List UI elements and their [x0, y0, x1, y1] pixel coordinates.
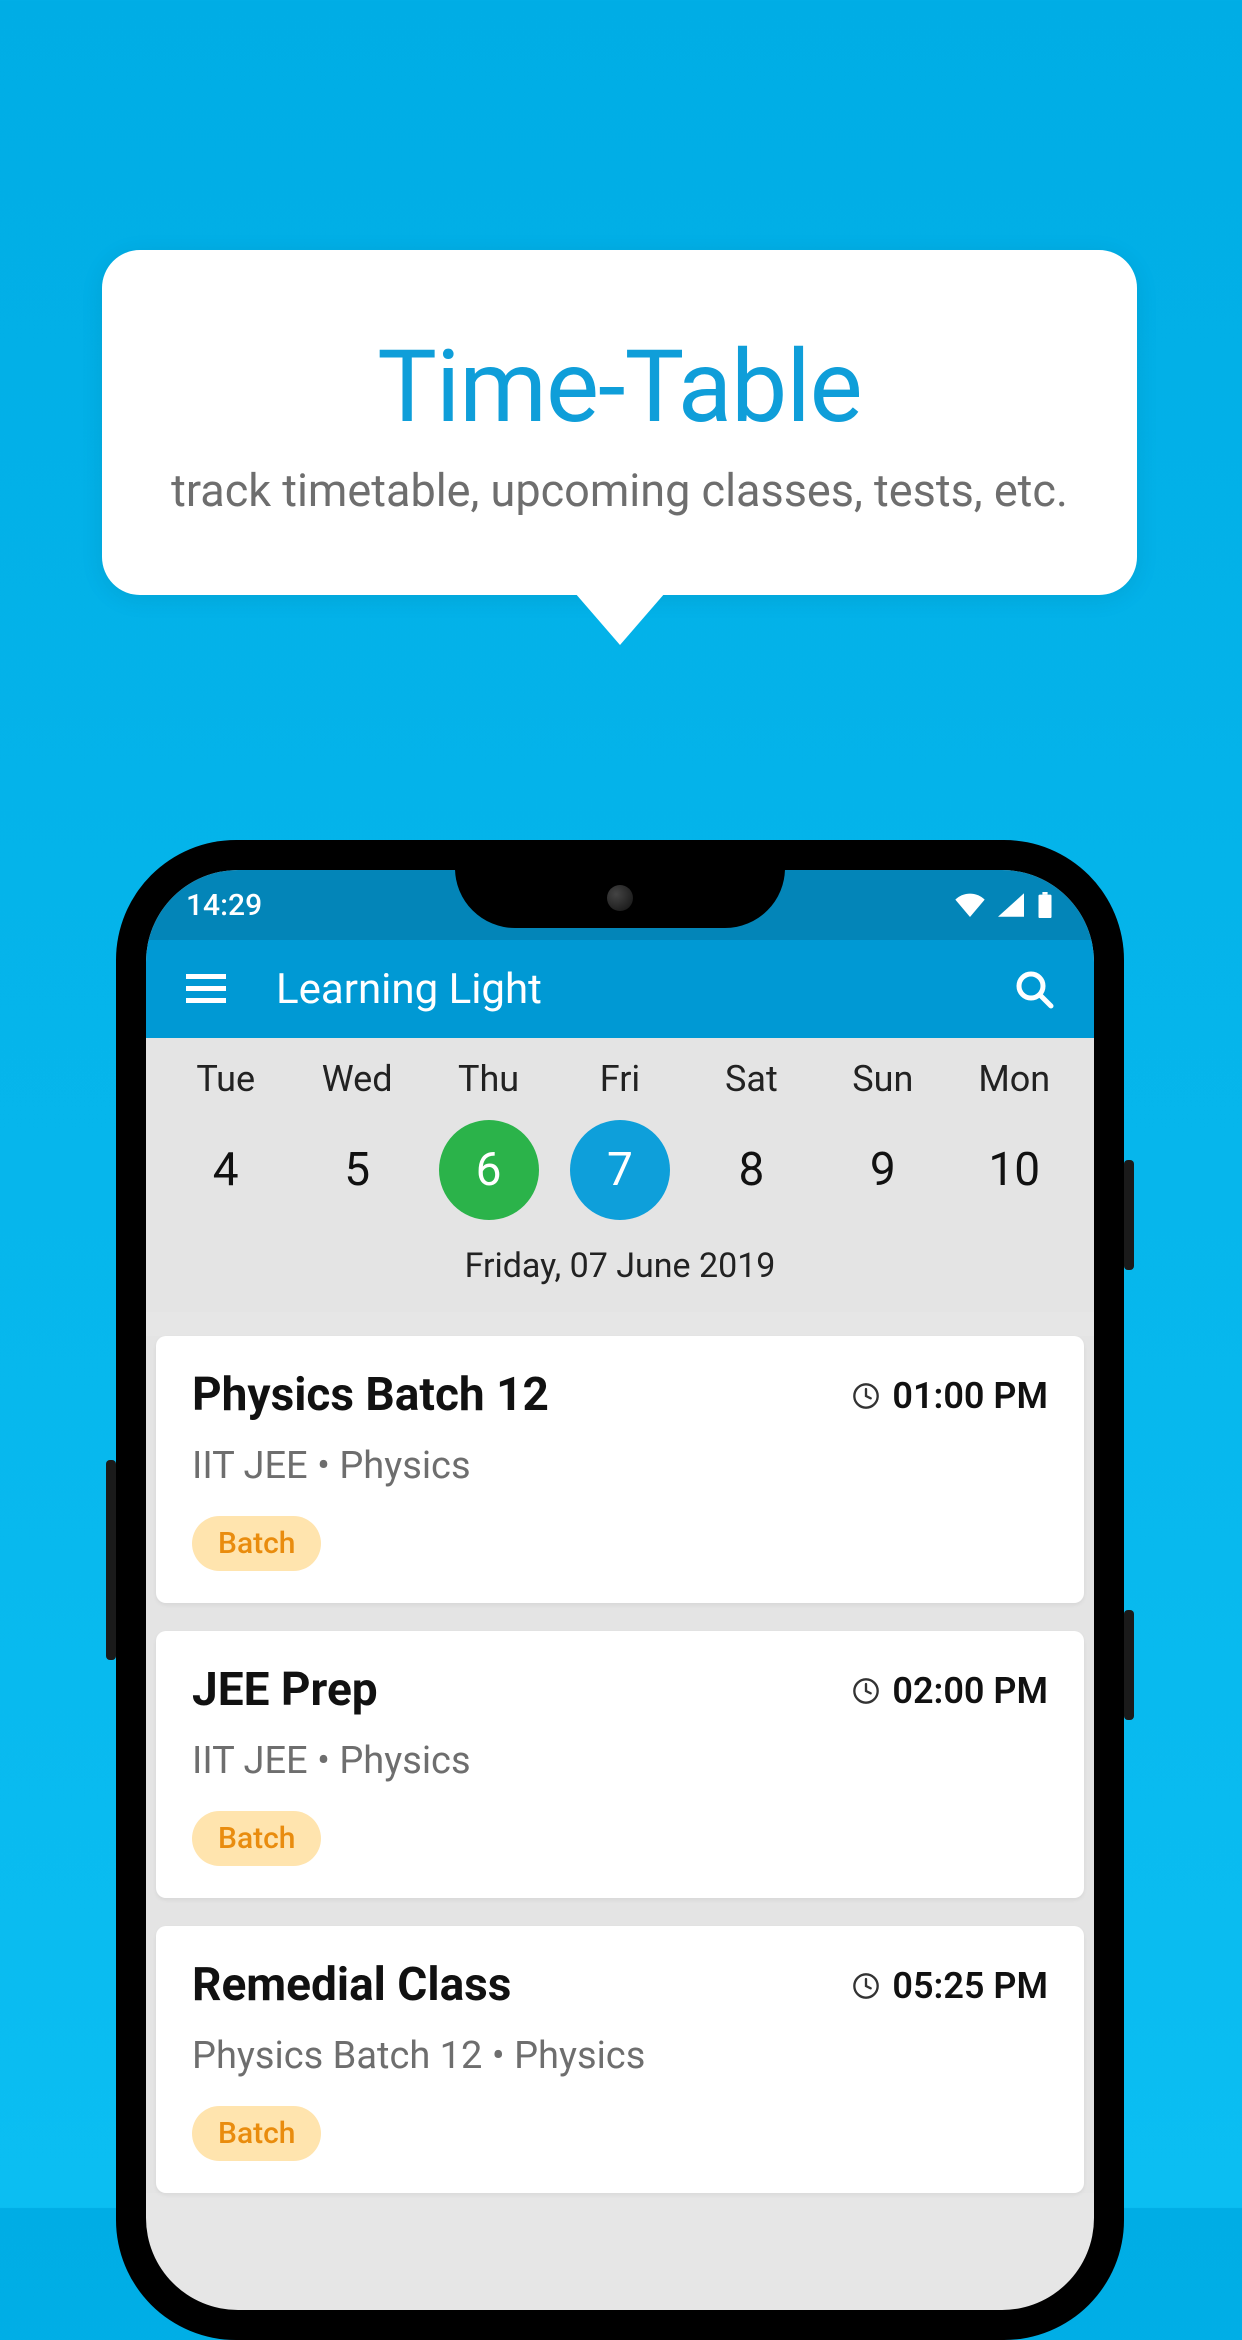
class-meta: Physics Batch 12 • Physics	[192, 2034, 1048, 2078]
day-name: Fri	[600, 1058, 640, 1100]
day-number[interactable]: 5	[307, 1120, 407, 1220]
day-number[interactable]: 4	[176, 1120, 276, 1220]
class-title: JEE Prep	[192, 1663, 378, 1717]
day-number[interactable]: 10	[964, 1120, 1064, 1220]
day-name: Tue	[196, 1058, 255, 1100]
day-column[interactable]: Tue 4	[160, 1058, 291, 1220]
class-card[interactable]: JEE Prep 02:00 PM IIT JEE • Physics Batch	[156, 1631, 1084, 1898]
battery-icon	[1036, 892, 1054, 918]
class-time: 01:00 PM	[852, 1375, 1048, 1417]
day-column[interactable]: Mon 10	[949, 1058, 1080, 1220]
day-column[interactable]: Wed 5	[291, 1058, 422, 1220]
class-title: Remedial Class	[192, 1958, 511, 2012]
day-name: Sat	[725, 1058, 778, 1100]
search-button[interactable]	[1004, 959, 1064, 1019]
class-meta: IIT JEE • Physics	[192, 1739, 1048, 1783]
day-number[interactable]: 6	[439, 1120, 539, 1220]
day-column[interactable]: Sat 8	[686, 1058, 817, 1220]
class-card-header: Remedial Class 05:25 PM	[192, 1958, 1048, 2012]
day-number[interactable]: 8	[701, 1120, 801, 1220]
batch-badge: Batch	[192, 1811, 321, 1866]
phone-frame: 14:29 Learning Light	[116, 840, 1124, 2340]
day-name: Thu	[458, 1058, 519, 1100]
promo-subtitle: track timetable, upcoming classes, tests…	[171, 464, 1068, 517]
day-number[interactable]: 9	[833, 1120, 933, 1220]
wifi-icon	[954, 893, 986, 917]
class-card-header: JEE Prep 02:00 PM	[192, 1663, 1048, 1717]
status-icons	[954, 892, 1054, 918]
phone-screen: 14:29 Learning Light	[146, 870, 1094, 2310]
class-card-header: Physics Batch 12 01:00 PM	[192, 1368, 1048, 1422]
app-title: Learning Light	[276, 965, 1004, 1014]
class-title: Physics Batch 12	[192, 1368, 549, 1422]
app-bar: Learning Light	[146, 940, 1094, 1038]
day-name: Mon	[978, 1058, 1050, 1100]
class-time: 05:25 PM	[852, 1965, 1048, 2007]
promo-title: Time-Table	[377, 329, 861, 446]
batch-badge: Batch	[192, 2106, 321, 2161]
clock-icon	[852, 1677, 880, 1705]
selected-date: Friday, 07 June 2019	[146, 1246, 1094, 1286]
class-card[interactable]: Physics Batch 12 01:00 PM IIT JEE • Physic…	[156, 1336, 1084, 1603]
week-row: Tue 4 Wed 5 Thu 6 Fri 7 Sat 8 Sun 9 Mon 10	[146, 1058, 1094, 1220]
signal-icon	[998, 893, 1024, 917]
hamburger-icon	[186, 974, 226, 1004]
clock-icon	[852, 1382, 880, 1410]
class-time-text: 01:00 PM	[892, 1375, 1048, 1417]
day-name: Sun	[852, 1058, 913, 1100]
class-card[interactable]: Remedial Class 05:25 PM Physics Batch 12 •…	[156, 1926, 1084, 2193]
class-list[interactable]: Physics Batch 12 01:00 PM IIT JEE • Physic…	[146, 1336, 1094, 2193]
class-meta: IIT JEE • Physics	[192, 1444, 1048, 1488]
day-column[interactable]: Sun 9	[817, 1058, 948, 1220]
week-strip: Tue 4 Wed 5 Thu 6 Fri 7 Sat 8 Sun 9 Mon 10 Friday, 07…	[146, 1038, 1094, 1312]
phone-notch	[455, 870, 785, 928]
status-time: 14:29	[186, 888, 262, 923]
class-time-text: 02:00 PM	[892, 1670, 1048, 1712]
class-time: 02:00 PM	[852, 1670, 1048, 1712]
phone-side-button	[106, 1460, 116, 1660]
day-column[interactable]: Fri 7	[554, 1058, 685, 1220]
day-column[interactable]: Thu 6	[423, 1058, 554, 1220]
clock-icon	[852, 1972, 880, 2000]
day-number[interactable]: 7	[570, 1120, 670, 1220]
menu-button[interactable]	[176, 959, 236, 1019]
day-name: Wed	[322, 1058, 393, 1100]
phone-camera	[607, 885, 633, 911]
class-time-text: 05:25 PM	[892, 1965, 1048, 2007]
phone-side-button	[1124, 1160, 1134, 1270]
search-icon	[1014, 969, 1054, 1009]
promo-bubble: Time-Table track timetable, upcoming cla…	[102, 250, 1137, 595]
phone-side-button	[1124, 1610, 1134, 1720]
batch-badge: Batch	[192, 1516, 321, 1571]
